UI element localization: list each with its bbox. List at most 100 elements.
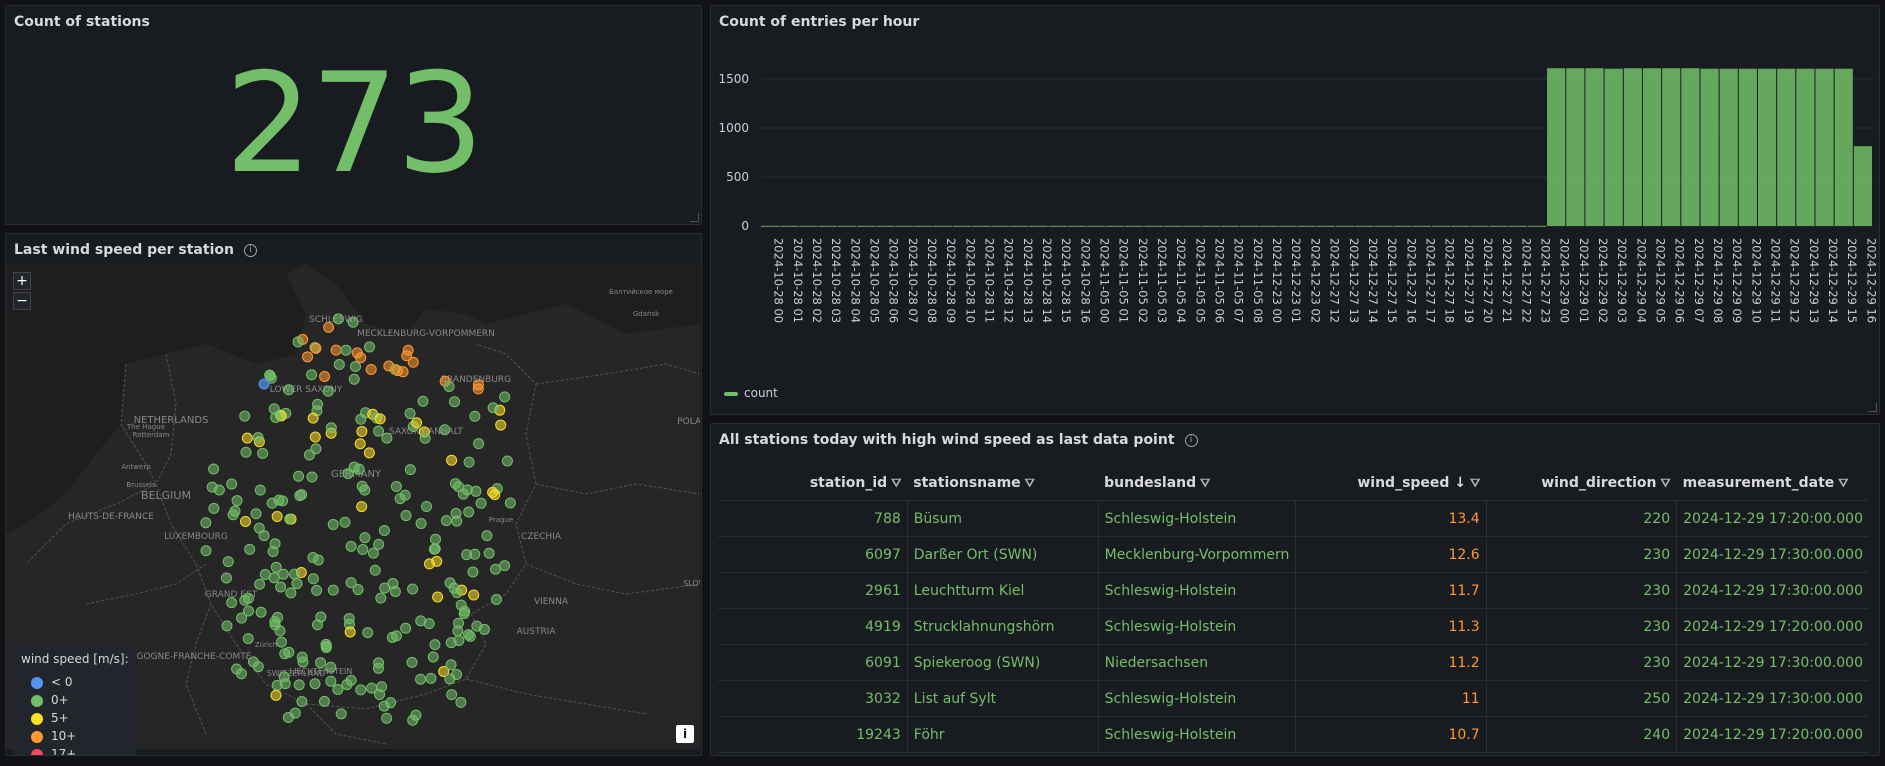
station-marker[interactable] bbox=[345, 540, 357, 552]
station-marker[interactable] bbox=[425, 672, 437, 684]
bar[interactable] bbox=[1757, 68, 1777, 227]
station-marker[interactable] bbox=[272, 611, 284, 623]
filter-icon[interactable]: ⛛ bbox=[1200, 476, 1210, 490]
station-marker[interactable] bbox=[404, 464, 416, 476]
bar[interactable] bbox=[933, 225, 952, 227]
station-marker[interactable] bbox=[387, 578, 399, 590]
station-marker[interactable] bbox=[297, 656, 309, 668]
station-marker[interactable] bbox=[373, 425, 385, 437]
bar[interactable] bbox=[1547, 68, 1566, 226]
station-marker[interactable] bbox=[356, 501, 368, 513]
station-marker[interactable] bbox=[355, 684, 367, 696]
station-marker[interactable] bbox=[378, 525, 390, 537]
station-marker[interactable] bbox=[419, 432, 431, 444]
station-marker[interactable] bbox=[293, 679, 305, 691]
bar[interactable] bbox=[1662, 68, 1681, 226]
column-header-stationsname[interactable]: stationsname ⛛ bbox=[907, 466, 1099, 501]
attribution-button[interactable]: i bbox=[676, 725, 694, 743]
bar[interactable] bbox=[1815, 68, 1834, 227]
station-marker[interactable] bbox=[499, 560, 511, 572]
station-marker[interactable] bbox=[307, 552, 319, 564]
bar[interactable] bbox=[971, 225, 991, 227]
station-marker[interactable] bbox=[283, 384, 295, 396]
station-marker[interactable] bbox=[347, 316, 359, 328]
bar[interactable] bbox=[1048, 225, 1067, 227]
station-marker[interactable] bbox=[429, 639, 441, 651]
station-marker[interactable] bbox=[240, 446, 252, 458]
bar[interactable] bbox=[1470, 225, 1489, 227]
station-marker[interactable] bbox=[315, 611, 327, 623]
bar[interactable] bbox=[1201, 225, 1221, 227]
station-marker[interactable] bbox=[483, 547, 495, 559]
station-marker[interactable] bbox=[449, 396, 461, 408]
station-marker[interactable] bbox=[475, 497, 487, 509]
station-marker[interactable] bbox=[325, 422, 337, 434]
station-marker[interactable] bbox=[254, 484, 266, 496]
column-header-measurement-date[interactable]: measurement_date ⛛ bbox=[1676, 466, 1869, 501]
station-marker[interactable] bbox=[302, 351, 314, 363]
station-marker[interactable] bbox=[257, 447, 269, 459]
station-marker[interactable] bbox=[468, 589, 480, 601]
column-header-wind-speed[interactable]: wind_speed ↓ ⛛ bbox=[1295, 466, 1487, 501]
station-marker[interactable] bbox=[443, 381, 455, 393]
bar[interactable] bbox=[1010, 225, 1029, 227]
station-marker[interactable] bbox=[319, 370, 331, 382]
station-marker[interactable] bbox=[200, 545, 212, 557]
station-marker[interactable] bbox=[354, 438, 366, 450]
station-marker[interactable] bbox=[244, 543, 256, 555]
station-marker[interactable] bbox=[455, 696, 467, 708]
station-marker[interactable] bbox=[325, 661, 337, 673]
station-marker[interactable] bbox=[458, 608, 470, 620]
bar[interactable] bbox=[1086, 225, 1106, 227]
bar[interactable] bbox=[1412, 225, 1432, 227]
station-marker[interactable] bbox=[364, 341, 376, 353]
station-marker[interactable] bbox=[309, 678, 321, 690]
station-marker[interactable] bbox=[399, 489, 411, 501]
bar[interactable] bbox=[1451, 225, 1470, 227]
bar[interactable] bbox=[856, 225, 876, 227]
bar[interactable] bbox=[1566, 68, 1585, 226]
bar[interactable] bbox=[1374, 225, 1393, 227]
bar[interactable] bbox=[1163, 225, 1182, 227]
station-marker[interactable] bbox=[327, 519, 339, 531]
zoom-in-button[interactable]: + bbox=[13, 272, 31, 290]
station-marker[interactable] bbox=[274, 625, 286, 637]
station-marker[interactable] bbox=[469, 548, 481, 560]
bar[interactable] bbox=[991, 225, 1010, 227]
table-row[interactable]: 788 Büsum Schleswig-Holstein 13.4 220 20… bbox=[718, 500, 1869, 537]
station-marker[interactable] bbox=[407, 356, 419, 368]
info-icon[interactable]: i bbox=[243, 243, 257, 257]
station-marker[interactable] bbox=[208, 502, 220, 514]
station-marker[interactable] bbox=[310, 342, 322, 354]
station-marker[interactable] bbox=[390, 481, 402, 493]
info-icon[interactable]: i bbox=[1184, 433, 1198, 447]
station-marker[interactable] bbox=[415, 615, 427, 627]
station-marker[interactable] bbox=[341, 679, 353, 691]
station-marker[interactable] bbox=[453, 634, 465, 646]
station-marker[interactable] bbox=[404, 408, 416, 420]
bar[interactable] bbox=[1067, 225, 1086, 227]
station-marker[interactable] bbox=[255, 606, 267, 618]
station-marker[interactable] bbox=[478, 623, 490, 635]
station-marker[interactable] bbox=[242, 633, 254, 645]
station-marker[interactable] bbox=[487, 486, 499, 498]
station-marker[interactable] bbox=[373, 538, 385, 550]
station-marker[interactable] bbox=[303, 449, 315, 461]
station-marker[interactable] bbox=[266, 497, 278, 509]
station-marker[interactable] bbox=[275, 581, 287, 593]
column-header-station-id[interactable]: station_id ⛛ bbox=[718, 466, 908, 501]
station-marker[interactable] bbox=[469, 410, 481, 422]
station-marker[interactable] bbox=[240, 515, 252, 527]
bar[interactable] bbox=[876, 225, 895, 227]
station-marker[interactable] bbox=[491, 594, 503, 606]
bar[interactable] bbox=[780, 225, 799, 227]
bar-chart[interactable]: 0 500 1000 1500 2024-10-28 00 2024-10-28 01 20… bbox=[711, 6, 1879, 414]
station-marker[interactable] bbox=[343, 612, 355, 624]
station-marker[interactable] bbox=[367, 547, 379, 559]
station-marker[interactable] bbox=[362, 627, 374, 639]
station-marker[interactable] bbox=[340, 344, 352, 356]
station-marker[interactable] bbox=[411, 417, 423, 429]
bar[interactable] bbox=[1508, 225, 1527, 227]
station-marker[interactable] bbox=[415, 673, 427, 685]
station-marker[interactable] bbox=[344, 626, 356, 638]
